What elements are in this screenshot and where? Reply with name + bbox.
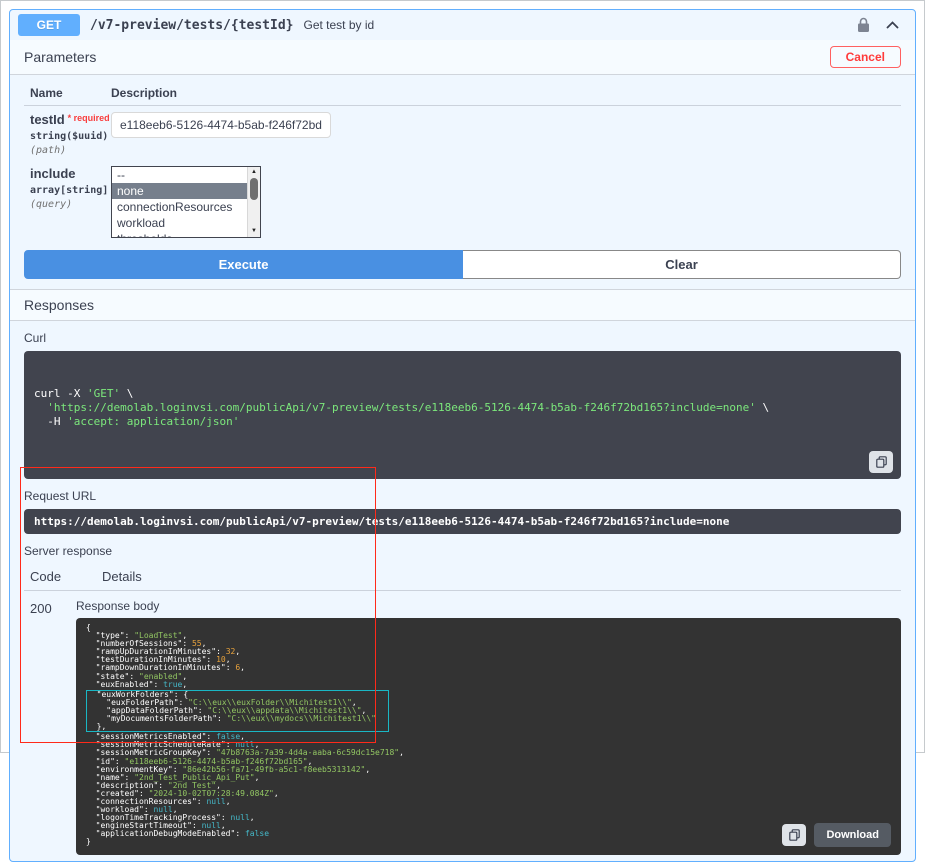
endpoint-path: /v7-preview/tests/{testId}: [90, 18, 294, 33]
description-column-header: Description: [111, 86, 177, 100]
curl-block: curl -X 'GET' \ 'https://demolab.loginvs…: [24, 351, 901, 479]
responses-header: Responses: [10, 289, 915, 321]
annotation-teal-box: "euxWorkFolders": { "euxFolderPath": "C:…: [86, 690, 389, 732]
cancel-button[interactable]: Cancel: [830, 46, 901, 68]
response-details-cell: Response body { "type": "LoadTest", "num…: [76, 597, 901, 855]
param-name-include: include: [30, 166, 111, 181]
param-location-testid: (path): [30, 145, 111, 156]
status-code: 200: [24, 597, 76, 855]
include-select[interactable]: --noneconnectionResourcesworkloadthresho…: [111, 166, 261, 238]
responses-body: Curl curl -X 'GET' \ 'https://demolab.lo…: [10, 321, 915, 861]
name-column-header: Name: [30, 86, 111, 100]
param-row-testid: testId* required string($uuid) (path): [24, 106, 901, 156]
response-body-label: Response body: [76, 599, 901, 613]
json-line: "euxEnabled": true,: [86, 681, 891, 689]
param-desc-cell: --noneconnectionResourcesworkloadthresho…: [111, 166, 901, 238]
param-name-testid: testId* required: [30, 112, 111, 127]
json-line: "myDocumentsFolderPath": "C:\\eux\\mydoc…: [87, 715, 376, 723]
include-option[interactable]: workload: [112, 215, 247, 231]
operation-summary[interactable]: GET /v7-preview/tests/{testId} Get test …: [10, 10, 915, 40]
endpoint-summary: Get test by id: [304, 18, 375, 32]
required-flag: * required: [68, 113, 110, 123]
parameters-table-header: Name Description: [24, 83, 901, 106]
scrollbar-thumb[interactable]: [250, 178, 258, 200]
param-type-include: array[string]: [30, 185, 111, 196]
include-option[interactable]: none: [112, 183, 247, 199]
json-line: }: [86, 838, 891, 846]
lock-icon: [857, 17, 870, 33]
method-badge: GET: [18, 14, 80, 36]
param-type-testid: string($uuid): [30, 131, 111, 142]
request-url-label: Request URL: [24, 489, 901, 503]
server-response-label: Server response: [24, 544, 901, 558]
clear-button[interactable]: Clear: [463, 250, 901, 279]
select-scrollbar[interactable]: ▲ ▼: [247, 167, 260, 237]
parameters-table: Name Description testId* required string…: [10, 75, 915, 238]
server-response-table: Code Details 200 Response body { "type":…: [24, 564, 901, 855]
summary-actions: [857, 17, 907, 33]
json-line: "type": "LoadTest",: [86, 632, 891, 640]
operation-block: GET /v7-preview/tests/{testId} Get test …: [9, 9, 916, 862]
include-options: --noneconnectionResourcesworkloadthresho…: [112, 167, 260, 237]
json-line: "connectionResources": null,: [86, 798, 891, 806]
parameters-header: Parameters Cancel: [10, 40, 915, 75]
execute-row: Execute Clear: [10, 238, 915, 289]
request-url-value: https://demolab.loginvsi.com/publicApi/v…: [24, 509, 901, 534]
json-line: "state": "enabled",: [86, 673, 891, 681]
param-desc-cell: [111, 112, 901, 156]
response-json: { "type": "LoadTest", "numberOfSessions"…: [86, 624, 891, 847]
json-line: "applicationDebugModeEnabled": false: [86, 830, 891, 838]
scroll-down-icon[interactable]: ▼: [251, 228, 257, 235]
authorize-button[interactable]: [857, 17, 870, 33]
include-option[interactable]: --: [112, 167, 247, 183]
download-button[interactable]: Download: [814, 823, 891, 847]
collapse-button[interactable]: [886, 21, 899, 29]
param-row-include: include array[string] (query) --noneconn…: [24, 160, 901, 238]
curl-line: 'https://demolab.loginvsi.com/publicApi/…: [34, 401, 891, 415]
curl-line: curl -X 'GET' \: [34, 387, 891, 401]
curl-code: curl -X 'GET' \ 'https://demolab.loginvs…: [34, 387, 891, 429]
server-response-table-header: Code Details: [24, 564, 901, 591]
param-name-cell: testId* required string($uuid) (path): [30, 112, 111, 156]
response-body-block: { "type": "LoadTest", "numberOfSessions"…: [76, 618, 901, 855]
chevron-up-icon: [886, 21, 899, 29]
scroll-up-icon[interactable]: ▲: [251, 169, 257, 176]
param-name-cell: include array[string] (query): [30, 166, 111, 238]
curl-copy-button[interactable]: [869, 451, 893, 473]
param-name-text: testId: [30, 112, 65, 127]
include-option[interactable]: thresholds: [112, 231, 247, 237]
execute-button[interactable]: Execute: [24, 250, 463, 279]
json-line: "rampDownDurationInMinutes": 6,: [86, 664, 891, 672]
curl-label: Curl: [24, 331, 901, 345]
copy-icon: [789, 829, 800, 841]
server-response-row: 200 Response body { "type": "LoadTest", …: [24, 591, 901, 855]
json-line: },: [87, 723, 376, 731]
testid-input[interactable]: [111, 112, 331, 138]
response-copy-button[interactable]: [782, 824, 806, 846]
copy-icon: [876, 456, 887, 468]
param-location-include: (query): [30, 199, 111, 210]
responses-title: Responses: [24, 297, 94, 313]
json-line: {: [86, 624, 891, 632]
details-column-header: Details: [82, 569, 142, 584]
parameters-title: Parameters: [24, 49, 96, 65]
response-actions: Download: [782, 823, 891, 847]
include-option[interactable]: connectionResources: [112, 199, 247, 215]
code-column-header: Code: [30, 569, 82, 584]
curl-line: -H 'accept: application/json': [34, 415, 891, 429]
